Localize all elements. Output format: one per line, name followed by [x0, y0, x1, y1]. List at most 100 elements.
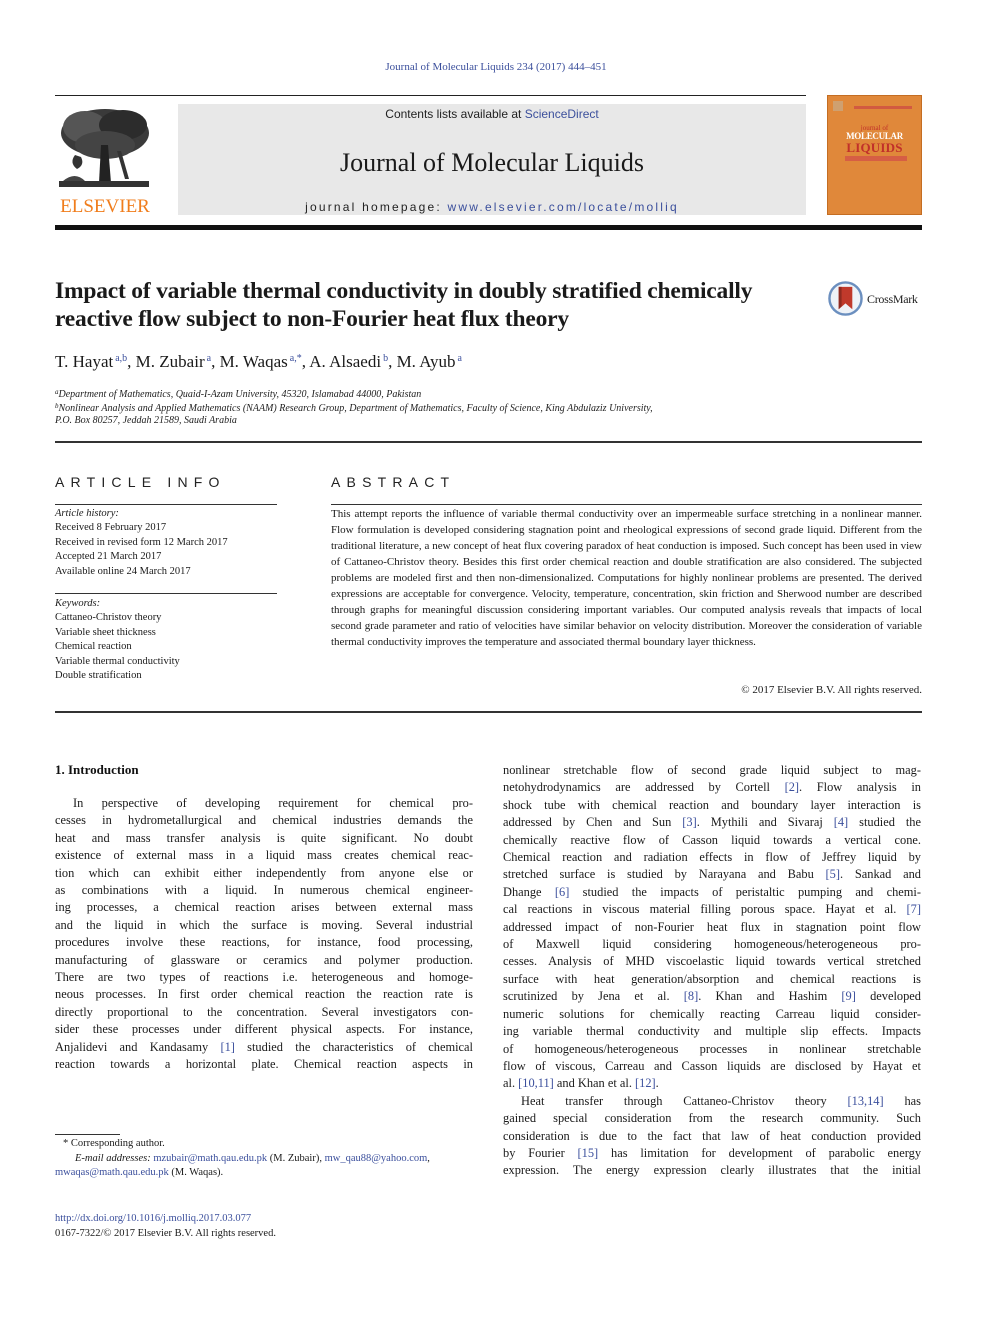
journal-banner: Contents lists available at ScienceDirec…: [178, 104, 806, 215]
citation-link[interactable]: [1]: [220, 1040, 234, 1054]
text-run: surface with heat generation/absorption …: [503, 971, 921, 986]
abstract-paragraph: This attempt reports the influence of va…: [331, 508, 922, 648]
journal-homepage-link[interactable]: www.elsevier.com/locate/molliq: [447, 200, 678, 214]
email-owner: (M. Waqas).: [168, 1167, 224, 1178]
citation-link[interactable]: [3]: [682, 815, 696, 829]
text-line: Anjalidevi and Kandasamy [1] studied the…: [55, 1039, 473, 1056]
text-run: directly proportional to the concentrati…: [55, 1004, 473, 1019]
sciencedirect-link[interactable]: ScienceDirect: [525, 107, 599, 121]
text-line: by Fourier [15] has limitation for devel…: [503, 1145, 921, 1162]
journal-title: Journal of Molecular Liquids: [340, 148, 644, 177]
text-run: shock tube with chemical reaction and bo…: [503, 797, 921, 812]
citation-link[interactable]: [15]: [578, 1146, 599, 1160]
text-line: existence of external mass in a liquid m…: [55, 847, 473, 864]
author-list: T. Hayat a,b, M. Zubair a, M. Waqas a,*, A.…: [55, 352, 462, 372]
text-line: of Maxwell liquid considering homogeneou…: [503, 936, 921, 953]
text-run: studied the impacts of peristaltic pumpi…: [569, 884, 921, 899]
masthead-top-rule: [55, 95, 806, 96]
author-affiliation-marker[interactable]: a,b: [115, 353, 127, 364]
citation-link[interactable]: [5]: [826, 867, 840, 881]
history-item: Received 8 February 2017: [55, 522, 167, 534]
footnotes: * Corresponding author. E-mail addresses…: [55, 1137, 475, 1181]
cover-decor-bar: [845, 156, 907, 161]
citation-link[interactable]: [4]: [834, 815, 848, 829]
author-affiliation-marker[interactable]: a,*: [290, 353, 302, 364]
author-name[interactable]: M. Zubair: [136, 352, 205, 371]
journal-cover-thumbnail[interactable]: journal of MOLECULAR LIQUIDS: [827, 95, 922, 215]
running-head-citation[interactable]: Journal of Molecular Liquids 234 (2017) …: [0, 61, 992, 73]
text-run: cal reactions in viscous material fillin…: [503, 902, 907, 917]
crossmark-label: CrossMark: [867, 292, 918, 306]
email-addresses-cont: mwaqas@math.qau.edu.pk (M. Waqas).: [55, 1166, 475, 1181]
text-run: sider these processes under different ph…: [55, 1022, 473, 1037]
author-name[interactable]: T. Hayat: [55, 352, 113, 371]
text-run: ing processes, a chemical reaction arise…: [55, 900, 473, 915]
text-run: gained special consideration from the re…: [503, 1111, 921, 1126]
section-heading-introduction: 1. Introduction: [55, 762, 139, 777]
text-run: stretched surface is studied by Narayana…: [503, 867, 826, 882]
email-link[interactable]: mwaqas@math.qau.edu.pk: [55, 1167, 169, 1178]
text-run: Dhange: [503, 884, 555, 899]
citation-link[interactable]: [10,11]: [518, 1076, 554, 1090]
text-run: cesses in hydrometallurgical and chemica…: [55, 813, 473, 828]
email-link[interactable]: mw_qau88@yahoo.com: [325, 1153, 428, 1164]
text-line: chemically reactive flow of Casson liqui…: [503, 832, 921, 849]
article-info-rule: [55, 504, 277, 505]
crossmark-button[interactable]: CrossMark: [828, 281, 928, 317]
text-run: al.: [503, 1076, 519, 1091]
corresponding-author-note: * Corresponding author.: [55, 1137, 475, 1152]
corresponding-text: Corresponding author.: [70, 1138, 165, 1149]
keyword-item: Cattaneo-Christov theory: [55, 612, 162, 624]
text-line: ing variable thermal conductivity and mu…: [503, 1023, 921, 1040]
text-line: surface with heat generation/absorption …: [503, 971, 921, 988]
citation-link[interactable]: [7]: [907, 902, 921, 916]
text-run: as combinations with a liquid. In numero…: [55, 883, 473, 898]
email-link[interactable]: mzubair@math.qau.edu.pk: [153, 1153, 267, 1164]
author-affiliation-marker[interactable]: a: [457, 353, 461, 364]
citation-link[interactable]: [9]: [841, 989, 855, 1003]
text-run: consideration is due to the fact that la…: [503, 1128, 921, 1143]
author-name[interactable]: M. Waqas: [220, 352, 288, 371]
history-item: Accepted 21 March 2017: [55, 551, 162, 563]
footnote-rule: [55, 1134, 120, 1135]
text-line: Chemical reaction and radiation effects …: [503, 849, 921, 866]
email-label: E-mail addresses:: [75, 1152, 151, 1164]
text-line: addressed impact of non-Fourier heat flu…: [503, 919, 921, 936]
text-run: . Khan and Hashim: [698, 989, 842, 1004]
text-run: neous processes. In first order chemical…: [55, 987, 473, 1002]
text-run: .: [655, 1076, 659, 1091]
citation-link[interactable]: [6]: [555, 885, 569, 899]
article-info-heading: ARTICLE INFO: [55, 474, 226, 490]
abstract-bottom-divider: [55, 711, 922, 713]
text-line: cesses in hydrometallurgical and chemica…: [55, 812, 473, 829]
text-run: addressed by Chen and Sun: [503, 815, 683, 830]
author-separator: ,: [127, 352, 136, 371]
elsevier-logo[interactable]: ELSEVIER: [55, 105, 155, 217]
text-run: addressed impact of non-Fourier heat flu…: [503, 919, 921, 934]
text-line: procedures involve these reactions, for …: [55, 934, 473, 951]
text-line: shock tube with chemical reaction and bo…: [503, 797, 921, 814]
body-column-left: In perspective of developing requirement…: [55, 795, 473, 1074]
article-history: Article history: Received 8 February 201…: [55, 507, 277, 579]
text-line: flow of viscous, Carreau and Casson liqu…: [503, 1058, 921, 1075]
article-history-label: Article history:: [55, 508, 119, 519]
doi-block: http://dx.doi.org/10.1016/j.molliq.2017.…: [55, 1211, 276, 1241]
cover-decor-bar: [854, 106, 912, 109]
author-name[interactable]: A. Alsaedi: [309, 352, 381, 371]
text-run: manufacturing of glassware or ceramics a…: [55, 952, 473, 967]
text-run: cesses. Analysis of MHD viscoelastic liq…: [503, 954, 921, 969]
citation-link[interactable]: [8]: [684, 989, 698, 1003]
text-run: Chemical reaction and radiation effects …: [503, 850, 921, 865]
text-run: . Sankad and: [840, 867, 921, 882]
doi-link[interactable]: http://dx.doi.org/10.1016/j.molliq.2017.…: [55, 1213, 251, 1224]
text-line: as combinations with a liquid. In numero…: [55, 882, 473, 899]
text-line: stretched surface is studied by Narayana…: [503, 866, 921, 883]
text-run: . Flow analysis in: [799, 780, 921, 795]
author-name[interactable]: M. Ayub: [397, 352, 456, 371]
text-run: procedures involve these reactions, for …: [55, 935, 473, 950]
citation-link[interactable]: [2]: [785, 780, 799, 794]
keyword-item: Double stratification: [55, 670, 142, 682]
citation-link[interactable]: [13,14]: [848, 1094, 884, 1108]
citation-link[interactable]: [12]: [635, 1076, 656, 1090]
keywords: Keywords: Cattaneo-Christov theory Varia…: [55, 597, 277, 683]
